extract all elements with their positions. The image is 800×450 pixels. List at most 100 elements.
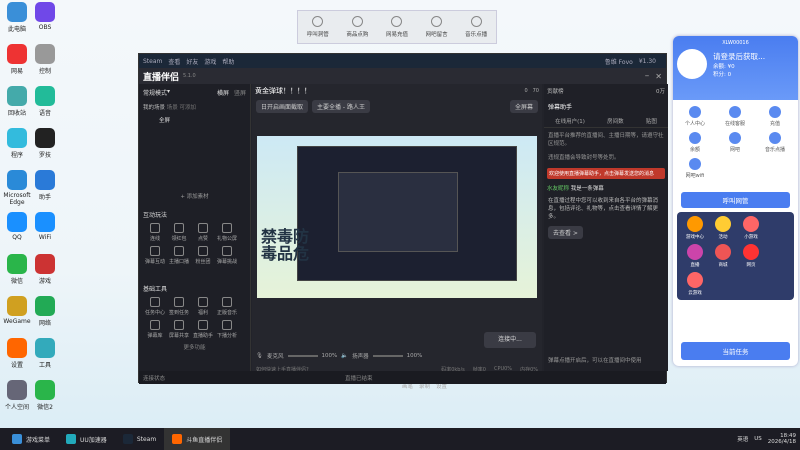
scene-item[interactable]: 全屏 [139,113,250,127]
add-material-button[interactable]: + 添加素材 [139,192,250,200]
desktop-icon[interactable]: 设置 [2,338,32,369]
panel-shortcut[interactable]: 音乐点播 [755,132,795,153]
toolbar-recharge[interactable]: 网易充值 [386,16,408,38]
desktop-icon[interactable]: WeGame [2,296,32,325]
game-tile[interactable]: 游戏中心 [681,216,709,240]
clock-date[interactable]: 2026/4/18 [768,439,796,445]
mode-select[interactable]: 常规模式 [143,88,167,97]
panel-shortcut[interactable]: 余额 [675,132,715,153]
stream-preview[interactable]: 禁毒防 毒品危 [257,136,537,298]
mic-slider[interactable] [287,355,318,357]
basic-tool[interactable]: 任务中心 [145,297,165,316]
speaker-slider[interactable] [372,355,403,357]
desktop-icon[interactable]: QQ [2,212,32,241]
region-indicator[interactable]: US [754,436,762,442]
panel-shortcut[interactable]: 网吧 [715,132,755,153]
basic-tool[interactable]: 下播分析 [217,320,237,339]
desktop-icon[interactable]: 微信2 [30,380,60,411]
desktop-icon[interactable]: 回收站 [2,86,32,117]
desktop-icon[interactable]: 微信 [2,254,32,285]
desktop-icon[interactable]: 网络 [30,296,60,327]
leaderboard-title[interactable]: 贡献榜 [547,87,564,95]
login-prompt[interactable]: 请登录后获取... [713,51,765,62]
panel-shortcut[interactable]: 个人中心 [675,106,715,127]
interact-tool[interactable]: 主播口播 [169,246,189,265]
interact-tool[interactable]: 粉丝团 [193,246,213,265]
game-icon [715,216,731,232]
minimize-button[interactable]: – [645,71,650,81]
steam-menu-games[interactable]: 游戏 [204,57,216,66]
tab-portrait[interactable]: 竖屏 [234,88,246,97]
game-tile[interactable]: 小游戏 [737,216,765,240]
current-task-button[interactable]: 当前任务 [681,342,790,360]
call-admin-button[interactable]: 呼叫网管 [681,192,790,208]
taskbar-item-game-menu[interactable]: 游戏菜单 [4,428,58,450]
more-features-button[interactable]: 更多功能 [143,343,246,351]
steam-menu-steam[interactable]: Steam [143,58,162,65]
bell-icon [312,16,324,27]
basic-tool[interactable]: 签到任务 [169,297,189,316]
desktop-icon[interactable]: 个人空间 [2,380,32,411]
toolbar-shop[interactable]: 商品点购 [346,16,368,38]
toolbar-message[interactable]: 网吧留言 [426,16,448,38]
game-tile[interactable]: 活动 [709,216,737,240]
panel-shortcut[interactable]: 在线客服 [715,106,755,127]
interact-tool[interactable]: 弹幕互动 [145,246,165,265]
interact-tool[interactable]: 连线 [145,223,165,242]
taskbar-item-steam[interactable]: Steam [115,428,164,450]
desktop-icon[interactable]: WiFi [30,212,60,241]
interact-tool[interactable]: 领红包 [169,223,189,242]
desktop-icon[interactable]: 助手 [30,170,60,201]
toolbar-call-admin[interactable]: 呼叫洞管 [307,16,329,38]
toolbar-music[interactable]: 音乐点播 [465,16,487,38]
steam-menu-help[interactable]: 帮助 [222,57,234,66]
taskbar-item-douyu[interactable]: 斗鱼直播伴侣 [164,428,231,450]
panel-shortcut[interactable]: 网吧wifi [675,158,715,179]
game-tile[interactable]: 网页 [737,244,765,268]
fullscreen-button[interactable]: 全屏幕 [509,100,538,113]
taskbar-item-uu[interactable]: UU加速器 [58,428,115,450]
avatar[interactable] [677,49,707,79]
scene-tab-1[interactable]: 场景 [167,105,178,111]
go-live-button[interactable]: 连接中... [484,332,536,348]
steam-menu-friends[interactable]: 好友 [186,57,198,66]
desktop-icon[interactable]: OBS [30,2,60,31]
tab-online-users[interactable]: 在线用户(1) [555,117,585,125]
steam-user[interactable]: 鲁维 Fovo [605,57,633,66]
desktop-icon[interactable]: 程序 [2,128,32,159]
panel-shortcut[interactable]: 充值 [755,106,795,127]
steam-menu-view[interactable]: 查看 [168,57,180,66]
scene-tab-2[interactable]: 可添加 [180,105,197,111]
stream-title[interactable]: 黄金弹球！！！！ [255,86,311,96]
view-details-button[interactable]: 去查看 > [548,226,583,239]
tab-stickers[interactable]: 贴图 [646,117,657,125]
scene-button[interactable]: 主要全播 - 路人王 [312,100,370,113]
game-tile[interactable]: 云游戏 [681,272,709,296]
tab-landscape[interactable]: 横屏 [217,88,229,97]
basic-tool[interactable]: 正版音乐 [217,297,237,316]
desktop-icon[interactable]: 工具 [30,338,60,369]
game-tile[interactable]: 直播 [681,244,709,268]
tab-rooms[interactable]: 房间数 [607,117,624,125]
desktop-icon[interactable]: 此电脑 [2,2,32,33]
user-id: XLW00016 [722,40,749,46]
alert-banner[interactable]: 欢迎使用直播弹幕助手，点击弹幕发送您的消息 [547,168,665,179]
basic-tool[interactable]: 弹幕库 [145,320,165,339]
chat-user-name[interactable]: 水友昵称 [547,186,569,192]
game-tile[interactable]: 商城 [709,244,737,268]
desktop-icon[interactable]: 罗技 [30,128,60,159]
desktop-icon[interactable]: 网易 [2,44,32,75]
interact-tool[interactable]: 礼物公屏 [217,223,237,242]
basic-tool[interactable]: 福利 [193,297,213,316]
desktop-icon[interactable]: 语音 [30,86,60,117]
preview-capture-button[interactable]: 日开启画面截取 [256,100,309,113]
basic-tool[interactable]: 屏幕共享 [169,320,189,339]
ime-indicator[interactable]: 英语 [737,435,748,443]
desktop-icon[interactable]: 游戏 [30,254,60,285]
desktop-icon[interactable]: Microsoft Edge [2,170,32,206]
interact-tool[interactable]: 点赞 [193,223,213,242]
basic-tool[interactable]: 直播助手 [193,320,213,339]
desktop-icon[interactable]: 控制 [30,44,60,75]
interact-tool[interactable]: 弹幕挑战 [217,246,237,265]
close-button[interactable]: ✕ [655,72,662,81]
